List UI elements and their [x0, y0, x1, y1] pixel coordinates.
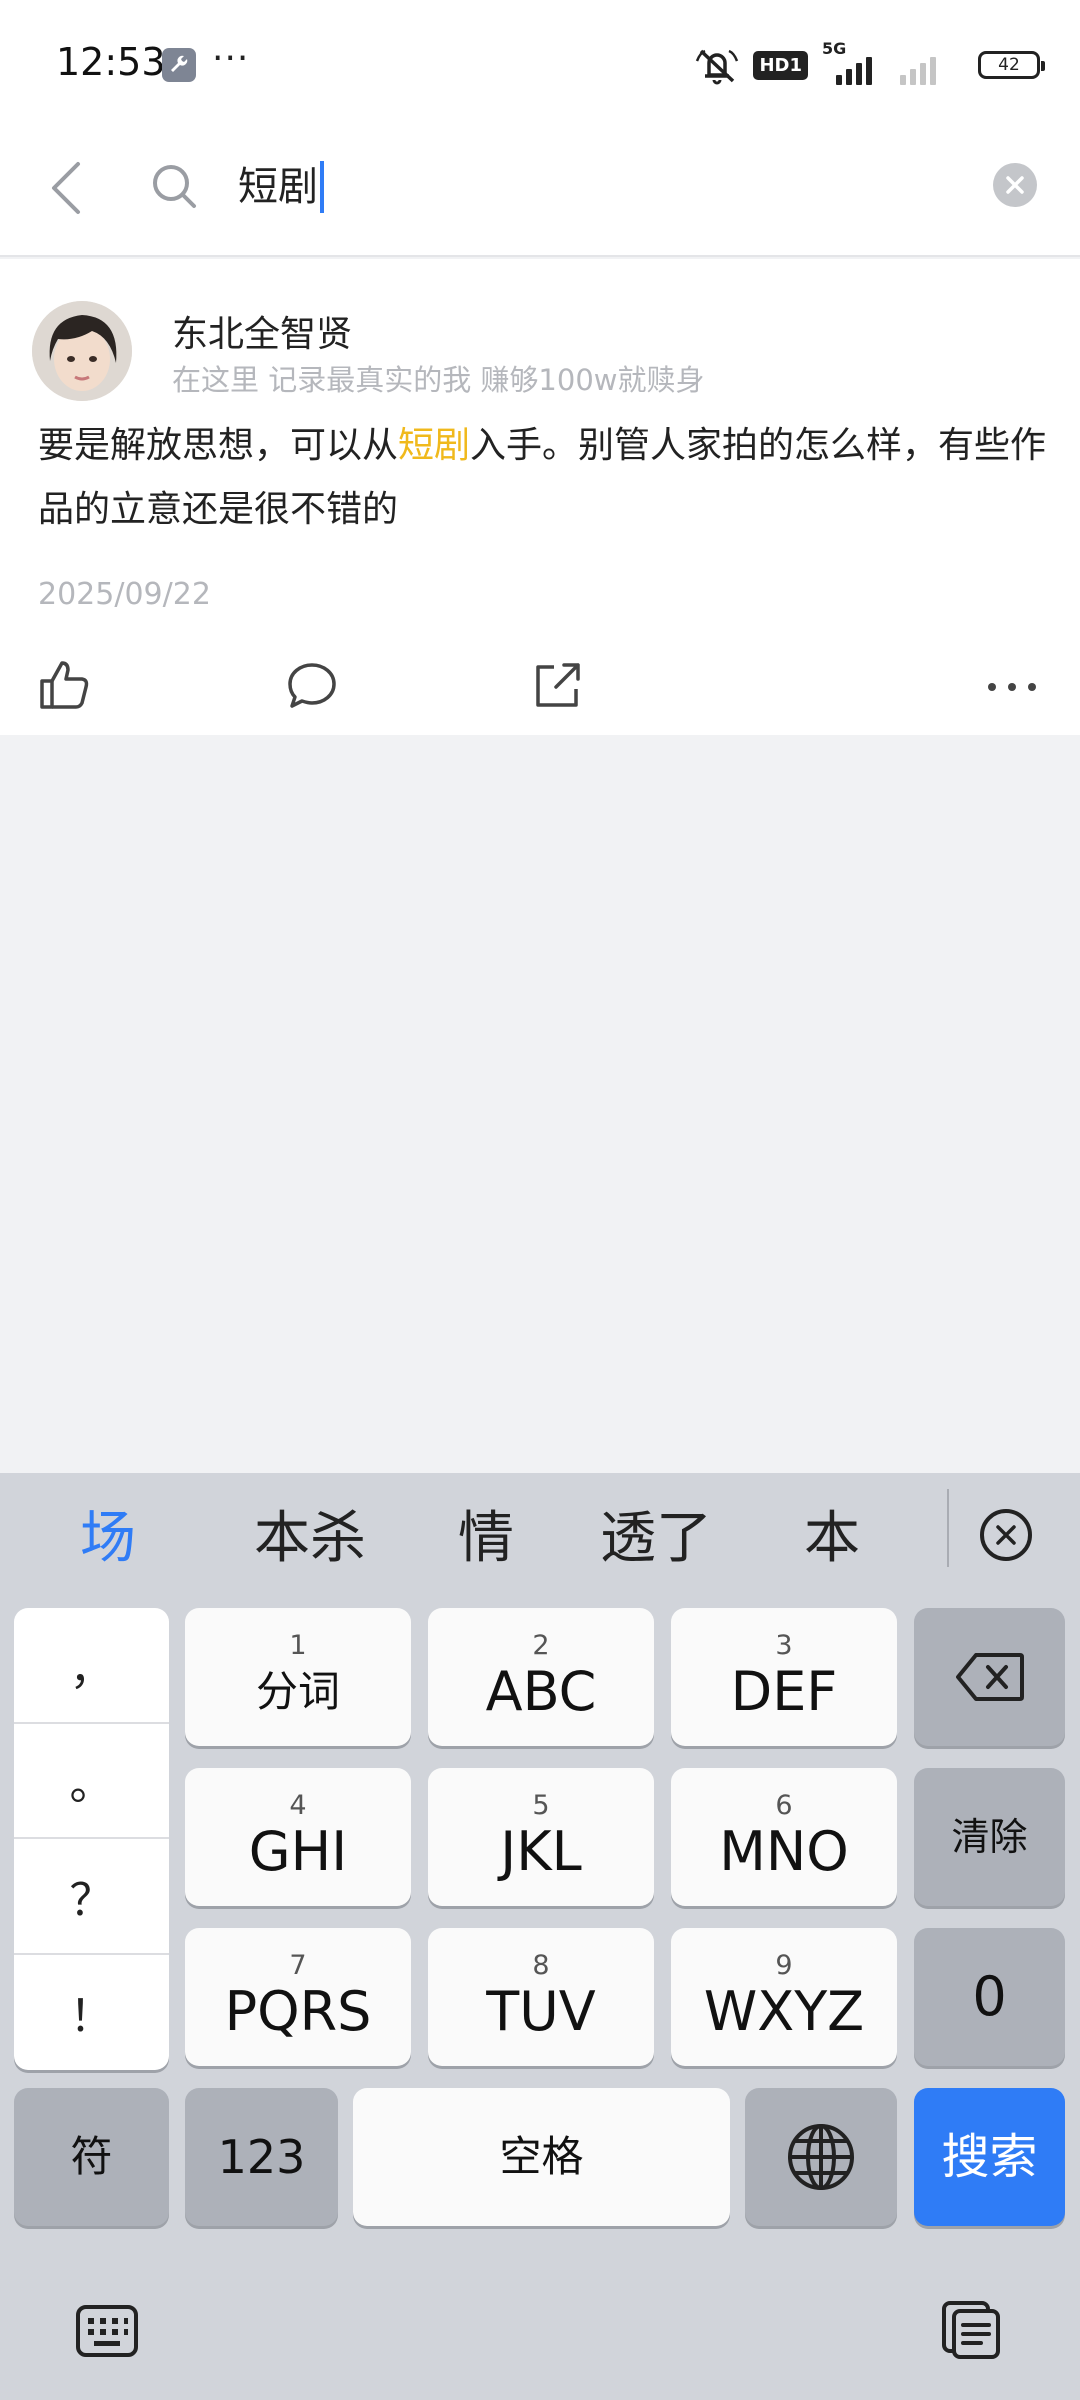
author-name[interactable]: 东北全智贤	[172, 305, 352, 357]
key-4[interactable]: 4 GHI	[185, 1768, 411, 1906]
avatar[interactable]	[32, 301, 132, 401]
backspace-key[interactable]	[914, 1608, 1065, 1746]
numbers-key-label: 123	[217, 2130, 306, 2184]
clipboard-icon	[942, 2301, 1000, 2359]
hd-badge: HD1	[753, 50, 808, 80]
comment-icon	[288, 663, 336, 708]
candidate-divider	[947, 1489, 949, 1567]
like-icon	[40, 661, 89, 709]
candidate-1[interactable]: 场	[80, 1493, 136, 1574]
key-4-number: 4	[289, 1790, 307, 1821]
symbols-key[interactable]: 符	[14, 2088, 169, 2226]
network-label: 5G	[822, 39, 847, 58]
key-8[interactable]: 8 TUV	[428, 1928, 654, 2066]
globe-icon	[788, 2124, 854, 2190]
key-6-label: MNO	[719, 1820, 849, 1883]
key-8-label: TUV	[486, 1980, 596, 2043]
key-4-label: GHI	[248, 1820, 348, 1883]
space-key-label: 空格	[499, 2132, 584, 2181]
candidate-5[interactable]: 本	[804, 1493, 860, 1574]
search-key-label: 搜索	[941, 2129, 1038, 2185]
more-icon	[988, 683, 1036, 691]
like-button[interactable]	[36, 657, 92, 717]
wrench-icon	[162, 48, 196, 82]
key-9[interactable]: 9 WXYZ	[671, 1928, 897, 2066]
battery-icon: 42	[978, 51, 1045, 79]
key-7[interactable]: 7 PQRS	[185, 1928, 411, 2066]
search-icon	[148, 160, 202, 214]
key-2-number: 2	[532, 1630, 550, 1661]
clipboard-button[interactable]	[940, 2299, 1004, 2365]
punct-exclaim[interactable]: ！	[14, 1955, 169, 2071]
signal-icon-secondary	[900, 45, 964, 85]
key-8-number: 8	[532, 1950, 550, 1981]
search-query: 短剧	[238, 164, 318, 210]
punctuation-column: ， 。 ？ ！	[14, 1608, 169, 2070]
clear-key-label: 清除	[951, 1815, 1028, 1859]
key-1-label: 分词	[255, 1667, 340, 1716]
mute-icon	[696, 49, 739, 85]
text-caret	[320, 161, 324, 213]
key-3[interactable]: 3 DEF	[671, 1608, 897, 1746]
key-5-label: JKL	[500, 1820, 582, 1883]
key-1[interactable]: 1 分词	[185, 1608, 411, 1746]
comment-button[interactable]	[284, 657, 340, 717]
post-card[interactable]: 东北全智贤 在这里 记录最真实的我 赚够100w就赎身 要是解放思想，可以从短剧…	[0, 259, 1080, 735]
clear-key[interactable]: 清除	[914, 1768, 1065, 1906]
collapse-candidates-button[interactable]	[980, 1509, 1032, 1561]
back-button[interactable]	[40, 152, 104, 224]
key-6[interactable]: 6 MNO	[671, 1768, 897, 1906]
space-key[interactable]: 空格	[353, 2088, 730, 2226]
numbers-key[interactable]: 123	[185, 2088, 338, 2226]
candidate-3[interactable]: 情	[458, 1493, 514, 1574]
punct-period[interactable]: 。	[14, 1724, 169, 1839]
status-bar: 12:53 ··· HD1 5G 42	[0, 0, 1080, 130]
keyboard-switch-button[interactable]	[74, 2303, 140, 2363]
post-date: 2025/09/22	[38, 577, 211, 612]
post-text[interactable]: 要是解放思想，可以从短剧入手。别管人家拍的怎么样，有些作品的立意还是很不错的	[38, 414, 1048, 542]
share-button[interactable]	[530, 657, 586, 717]
key-7-label: PQRS	[224, 1980, 372, 2043]
key-3-number: 3	[775, 1630, 793, 1661]
key-5-number: 5	[532, 1790, 550, 1821]
punct-question[interactable]: ？	[14, 1839, 169, 1955]
key-9-label: WXYZ	[703, 1980, 865, 2043]
clear-icon	[1006, 176, 1024, 194]
search-key[interactable]: 搜索	[914, 2088, 1065, 2226]
more-button[interactable]	[984, 659, 1040, 719]
key-1-number: 1	[289, 1630, 307, 1661]
search-header: 短剧	[0, 130, 1080, 257]
backspace-icon	[955, 1653, 1024, 1701]
back-icon	[52, 162, 80, 214]
globe-key[interactable]	[745, 2088, 897, 2226]
key-9-number: 9	[775, 1950, 793, 1981]
key-2-label: ABC	[485, 1660, 597, 1723]
signal-icon: 5G	[822, 39, 886, 85]
symbols-key-label: 符	[70, 2132, 113, 2181]
key-2[interactable]: 2 ABC	[428, 1608, 654, 1746]
keyboard-switch-icon	[76, 2305, 138, 2357]
key-5[interactable]: 5 JKL	[428, 1768, 654, 1906]
key-7-number: 7	[289, 1950, 307, 1981]
punct-comma[interactable]: ，	[14, 1608, 169, 1724]
candidate-4[interactable]: 透了	[600, 1493, 712, 1574]
search-input[interactable]: 短剧	[238, 150, 324, 224]
keyboard: 场 本杀 情 透了 本 ， 。 ？ ！ 1 分词 2 ABC 3 DEF 4 G…	[0, 1473, 1080, 2400]
post-text-highlight: 短剧	[398, 425, 471, 466]
zero-key[interactable]: 0	[914, 1928, 1065, 2066]
post-text-before: 要是解放思想，可以从	[38, 425, 399, 466]
candidate-bar: 场 本杀 情 透了 本	[0, 1473, 1080, 1583]
key-6-number: 6	[775, 1790, 793, 1821]
author-bio: 在这里 记录最真实的我 赚够100w就赎身	[172, 363, 705, 397]
status-indicators: HD1 5G 42	[695, 39, 1045, 88]
share-icon	[536, 663, 580, 707]
zero-key-label: 0	[972, 1965, 1007, 2028]
collapse-icon	[996, 1525, 1016, 1545]
status-more-dots: ···	[212, 38, 250, 79]
status-time: 12:53	[56, 40, 166, 84]
clear-button[interactable]	[993, 163, 1037, 207]
candidate-2[interactable]: 本杀	[254, 1493, 366, 1574]
key-3-label: DEF	[730, 1660, 838, 1723]
keyboard-bottom-bar	[0, 2263, 1080, 2400]
